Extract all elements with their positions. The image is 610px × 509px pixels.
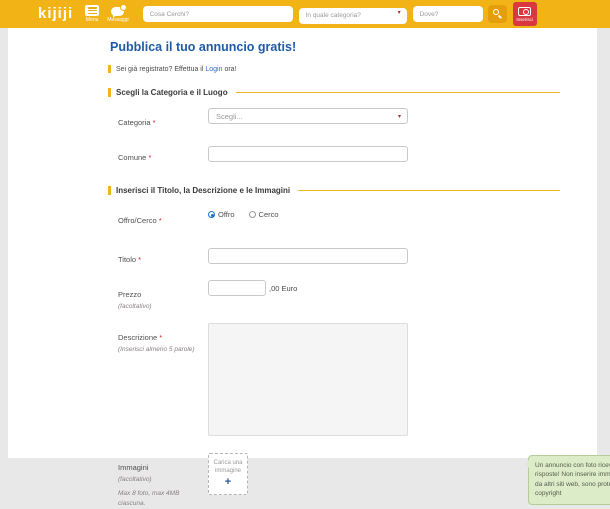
- description-label-text: Descrizione: [118, 333, 158, 342]
- description-label: Descrizione *: [118, 333, 162, 342]
- radio-cerco-label[interactable]: Cerco: [259, 210, 279, 219]
- search-button[interactable]: [487, 5, 507, 23]
- section-divider: [298, 190, 560, 191]
- section-title-text: Inserisci il Titolo, la Descrizione e le…: [116, 186, 291, 195]
- comune-label-text: Comune: [118, 153, 147, 162]
- top-navigation-bar: kijiji Menu Messaggi ▾ Inserisci: [0, 0, 610, 28]
- section-divider: [235, 92, 560, 93]
- radio-cerco[interactable]: [248, 211, 256, 218]
- required-mark: *: [158, 216, 162, 225]
- kijiji-post-ad-page: { "ui": { "required_mark": "*", "dropdow…: [0, 0, 610, 507]
- description-textarea[interactable]: [208, 323, 408, 436]
- offer-type-label-text: Offro/Cerco: [118, 216, 157, 225]
- post-ad-button-label: Inserisci: [516, 16, 533, 22]
- required-mark: *: [148, 153, 152, 162]
- category-dropdown[interactable]: Scegli... ▾: [208, 108, 408, 124]
- radio-offro[interactable]: [208, 211, 215, 218]
- category-label: Categoria *: [118, 118, 156, 127]
- comune-input[interactable]: [208, 145, 408, 162]
- accent-bar: [108, 65, 111, 73]
- upload-image-caption: Carica una immagine: [213, 459, 243, 474]
- login-prompt-before: Sei già registrato? Effettua il: [116, 65, 206, 73]
- messages-button-label: Messaggi: [107, 17, 129, 23]
- required-mark: *: [159, 333, 163, 342]
- accent-bar: [108, 88, 111, 97]
- category-dropdown-value: Scegli...: [216, 112, 243, 121]
- price-input[interactable]: [208, 280, 266, 296]
- section-title-text: Scegli la Categoria e il Luogo: [116, 88, 228, 97]
- plus-icon: +: [224, 476, 232, 489]
- comune-row: Comune *: [108, 143, 560, 165]
- category-row: Categoria * Scegli... ▾: [108, 108, 560, 130]
- category-select[interactable]: [298, 7, 407, 24]
- upload-image-button[interactable]: Carica una immagine +: [208, 453, 248, 495]
- login-prompt-row: Sei già registrato? Effettua il Login or…: [108, 65, 560, 73]
- title-row: Titolo *: [108, 245, 560, 267]
- price-optional-note: (facoltativo): [118, 303, 152, 310]
- search-input[interactable]: [142, 6, 293, 22]
- photo-tip-callout: Un annuncio con foto riceve più risposte…: [525, 455, 610, 505]
- description-row: Descrizione * (Inserisci almeno 5 parole…: [108, 323, 560, 441]
- required-mark: *: [138, 255, 142, 264]
- comune-label: Comune *: [118, 153, 151, 162]
- offer-type-label: Offro/Cerco *: [118, 216, 162, 225]
- images-row: Immagini (facoltativo) Max 8 foto, max 4…: [108, 453, 610, 509]
- camera-icon: [518, 6, 532, 16]
- chat-bubble-icon: [111, 5, 127, 18]
- messages-button[interactable]: Messaggi: [107, 5, 129, 23]
- category-label-text: Categoria: [118, 118, 151, 127]
- price-suffix: ,00 Euro: [269, 283, 298, 293]
- radio-offro-label[interactable]: Offro: [218, 210, 235, 219]
- menu-button-label: Menu: [85, 17, 99, 23]
- hamburger-icon: [85, 5, 100, 16]
- menu-button[interactable]: Menu: [85, 5, 100, 23]
- section-title-description-images: Inserisci il Titolo, la Descrizione e le…: [108, 186, 560, 195]
- section-category-location: Scegli la Categoria e il Luogo: [108, 88, 560, 97]
- accent-bar: [108, 186, 111, 195]
- description-note: (Inserisci almeno 5 parole): [118, 346, 195, 353]
- chevron-down-icon: ▾: [397, 114, 401, 120]
- location-input[interactable]: [412, 6, 483, 22]
- offer-type-radio-group: Offro Cerco: [208, 206, 293, 219]
- price-row: Prezzo (facoltativo) ,00 Euro: [108, 280, 560, 310]
- images-hint: Max 8 foto, max 4MB ciascuna.: [118, 490, 180, 507]
- search-icon: [492, 9, 499, 15]
- login-prompt-after: ora!: [222, 65, 237, 73]
- title-label-text: Titolo: [118, 255, 137, 264]
- page-title: Pubblica il tuo annuncio gratis!: [110, 40, 297, 54]
- title-label: Titolo *: [118, 255, 141, 264]
- price-label: Prezzo: [118, 290, 142, 299]
- login-prompt: Sei già registrato? Effettua il Login or…: [116, 66, 237, 73]
- post-ad-button[interactable]: Inserisci: [512, 2, 537, 26]
- images-optional-note: (facoltativo): [118, 476, 152, 483]
- offer-type-row: Offro/Cerco * Offro Cerco: [108, 206, 560, 228]
- kijiji-logo[interactable]: kijiji: [38, 0, 73, 28]
- photo-tip-text: Un annuncio con foto riceve più risposte…: [535, 462, 610, 498]
- login-link[interactable]: Login: [205, 66, 222, 73]
- title-input[interactable]: [208, 247, 408, 264]
- images-label: Immagini: [118, 463, 149, 472]
- required-mark: *: [152, 118, 156, 127]
- main-content-panel: Pubblica il tuo annuncio gratis! Sei già…: [8, 28, 610, 507]
- category-select-wrap: ▾: [298, 4, 407, 24]
